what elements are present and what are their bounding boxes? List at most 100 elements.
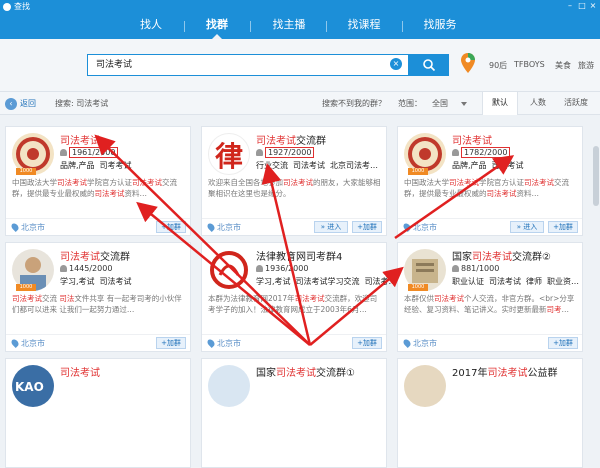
tab-find-people[interactable]: 找人 bbox=[121, 13, 181, 39]
location-icon[interactable] bbox=[460, 52, 476, 74]
group-city: 北京市 bbox=[413, 223, 437, 232]
avatar: 律 bbox=[208, 133, 250, 175]
group-card[interactable]: 1000 司法考试 1782/2000 品牌,产品 司法考试 中国政法大学司法考试… bbox=[397, 126, 583, 236]
scroll-thumb[interactable] bbox=[593, 146, 599, 206]
group-title[interactable]: 国家司法考试交流群① bbox=[256, 364, 355, 379]
range-select[interactable]: 全国 bbox=[432, 98, 448, 109]
location-pin-icon bbox=[402, 222, 412, 232]
avatar bbox=[208, 249, 250, 291]
join-group-button[interactable]: +加群 bbox=[352, 337, 382, 349]
sort-tab-activity[interactable]: 活跃度 bbox=[558, 92, 594, 115]
group-title[interactable]: 国家司法考试交流群② bbox=[452, 248, 551, 263]
app-logo-icon bbox=[3, 3, 11, 11]
group-desc: 中国政法大学司法考试学院官方认证司法考试交流群，提供最专业最权威的司法考试资料… bbox=[12, 178, 177, 198]
group-card[interactable]: 1000 司法考试交流群 1445/2000 学习,考试 司法考试 司法考试交流 … bbox=[5, 242, 191, 352]
location-pin-icon bbox=[10, 222, 20, 232]
group-tags: 职业认证 司法考试 律师 职业资… bbox=[452, 277, 579, 286]
group-card[interactable]: 国家司法考试交流群① bbox=[201, 358, 387, 468]
tab-find-service[interactable]: 找服务 bbox=[410, 13, 470, 39]
group-card[interactable]: 法律教育网司考群4 1936/2000 学习,考试 司法考试学习交流 司法考… 本群… bbox=[201, 242, 397, 352]
range-label: 范围： bbox=[398, 99, 422, 108]
group-city: 北京市 bbox=[217, 223, 241, 232]
search-zone: 司法考试 × 90后 TFBOYS 美食 旅游 bbox=[0, 39, 600, 91]
tab-find-group[interactable]: 找群 bbox=[187, 13, 247, 39]
breadcrumb: 搜索: 司法考试 bbox=[55, 99, 109, 108]
members-icon bbox=[256, 149, 263, 156]
group-desc: 中国政法大学司法考试学院官方认证司法考试交流群，提供最专业最权威的司法考试资料… bbox=[404, 178, 569, 198]
group-title[interactable]: 司法考试交流群 bbox=[256, 132, 326, 147]
group-title[interactable]: 司法考试. bbox=[60, 132, 103, 147]
level-badge: 1000 bbox=[16, 168, 36, 175]
group-desc: 本群仅供司法考试个人交流，非官方群。<br>分享经验、复习资料、笔记讲义。实时更… bbox=[404, 294, 575, 314]
members-icon bbox=[452, 149, 459, 156]
level-badge: 1000 bbox=[408, 168, 428, 175]
location-pin-icon bbox=[206, 222, 216, 232]
hot-word-travel[interactable]: 旅游 bbox=[578, 60, 594, 71]
group-city: 北京市 bbox=[21, 339, 45, 348]
chevron-down-icon[interactable] bbox=[461, 102, 467, 106]
search-icon bbox=[423, 59, 436, 72]
group-title[interactable]: 法律教育网司考群4 bbox=[256, 248, 342, 263]
group-card[interactable]: KAO 司法考试 bbox=[5, 358, 191, 468]
hot-word-90s[interactable]: 90后 bbox=[489, 60, 507, 71]
close-icon[interactable]: × bbox=[589, 2, 597, 10]
main-nav: 找人 找群 找主播 找课程 找服务 bbox=[0, 13, 600, 39]
group-tags: 学习,考试 司法考试 bbox=[60, 277, 132, 286]
svg-text:律: 律 bbox=[215, 140, 243, 173]
level-badge: 1000 bbox=[408, 284, 428, 291]
window-title: 查找 bbox=[14, 2, 30, 11]
enter-group-button[interactable]: » 进入 bbox=[314, 221, 348, 233]
search-button[interactable] bbox=[409, 54, 449, 76]
level-badge: 1000 bbox=[16, 284, 36, 291]
group-title[interactable]: 司法考试 bbox=[452, 132, 492, 147]
group-desc: 本群为法律教育网2017年司法考试交流群，欢迎司考学子的加入！法律教育网成立于2… bbox=[208, 294, 378, 314]
search-input[interactable]: 司法考试 bbox=[87, 54, 409, 76]
hot-word-food[interactable]: 美食 bbox=[555, 60, 571, 71]
member-count: 881/1000 bbox=[452, 264, 499, 273]
enter-group-button[interactable]: » 进入 bbox=[510, 221, 544, 233]
join-group-button[interactable]: +加群 bbox=[548, 221, 578, 233]
tab-find-course[interactable]: 找课程 bbox=[334, 13, 394, 39]
back-icon[interactable]: ‹ bbox=[5, 98, 17, 110]
group-title[interactable]: 司法考试 bbox=[60, 364, 100, 379]
group-title[interactable]: 2017年司法考试公益群 bbox=[452, 364, 557, 379]
group-city: 北京市 bbox=[21, 223, 45, 232]
member-count: 1445/2000 bbox=[60, 264, 112, 273]
not-found-link[interactable]: 搜索不到我的群？ bbox=[322, 98, 386, 109]
title-bar: 查找 – □ × bbox=[0, 0, 600, 13]
group-tags: 品牌,产品 司法考试 bbox=[452, 161, 524, 170]
group-card[interactable]: 1000 国家司法考试交流群② 881/1000 职业认证 司法考试 律师 职业资… … bbox=[397, 242, 583, 352]
group-card[interactable]: 1000 司法考试. 1961/2000 品牌,产品 司考考试 中国政法大学司法考… bbox=[5, 126, 191, 236]
maximize-icon[interactable]: □ bbox=[578, 2, 586, 10]
group-title[interactable]: 司法考试交流群 bbox=[60, 248, 130, 263]
results-scrollbar[interactable] bbox=[592, 116, 600, 380]
filter-bar: ‹ 返回 搜索: 司法考试 搜索不到我的群？ 范围： 全国 默认 人数 活跃度 bbox=[0, 91, 600, 115]
join-group-button[interactable]: +加群 bbox=[352, 221, 382, 233]
group-city: 北京市 bbox=[217, 339, 241, 348]
results-area: 1000 司法考试. 1961/2000 品牌,产品 司考考试 中国政法大学司法考… bbox=[0, 116, 600, 468]
location-pin-icon bbox=[206, 338, 216, 348]
members-icon bbox=[60, 265, 67, 272]
group-card[interactable]: 律 司法考试交流群 1927/2000 行业交流 司法考试 北京司法考… 欢迎来自全… bbox=[201, 126, 387, 236]
join-group-button[interactable]: +加群 bbox=[156, 221, 186, 233]
members-icon bbox=[60, 149, 67, 156]
clear-search-icon[interactable]: × bbox=[390, 58, 402, 70]
group-tags: 学习,考试 司法考试学习交流 司法考… bbox=[256, 277, 397, 286]
join-group-button[interactable]: +加群 bbox=[156, 337, 186, 349]
avatar: KAO bbox=[12, 365, 54, 407]
member-count: 1936/2000 bbox=[256, 264, 308, 273]
tab-find-streamer[interactable]: 找主播 bbox=[259, 13, 319, 39]
avatar bbox=[404, 365, 446, 407]
sort-tab-members[interactable]: 人数 bbox=[520, 92, 556, 115]
minimize-icon[interactable]: – bbox=[566, 2, 574, 10]
sort-tab-default[interactable]: 默认 bbox=[482, 92, 518, 115]
svg-text:KAO: KAO bbox=[15, 380, 44, 394]
back-link[interactable]: 返回 bbox=[20, 98, 36, 109]
join-group-button[interactable]: +加群 bbox=[548, 337, 578, 349]
group-city: 北京市 bbox=[413, 339, 437, 348]
hot-word-tfboys[interactable]: TFBOYS bbox=[514, 60, 545, 69]
members-icon bbox=[452, 265, 459, 272]
member-count: 1782/2000 bbox=[452, 147, 511, 158]
group-card[interactable]: 2017年司法考试公益群 bbox=[397, 358, 583, 468]
group-desc: 司法考试交流 司法文件共享 有一起考司考的小伙伴们都可以进来 让我们一起努力通过… bbox=[12, 294, 182, 314]
